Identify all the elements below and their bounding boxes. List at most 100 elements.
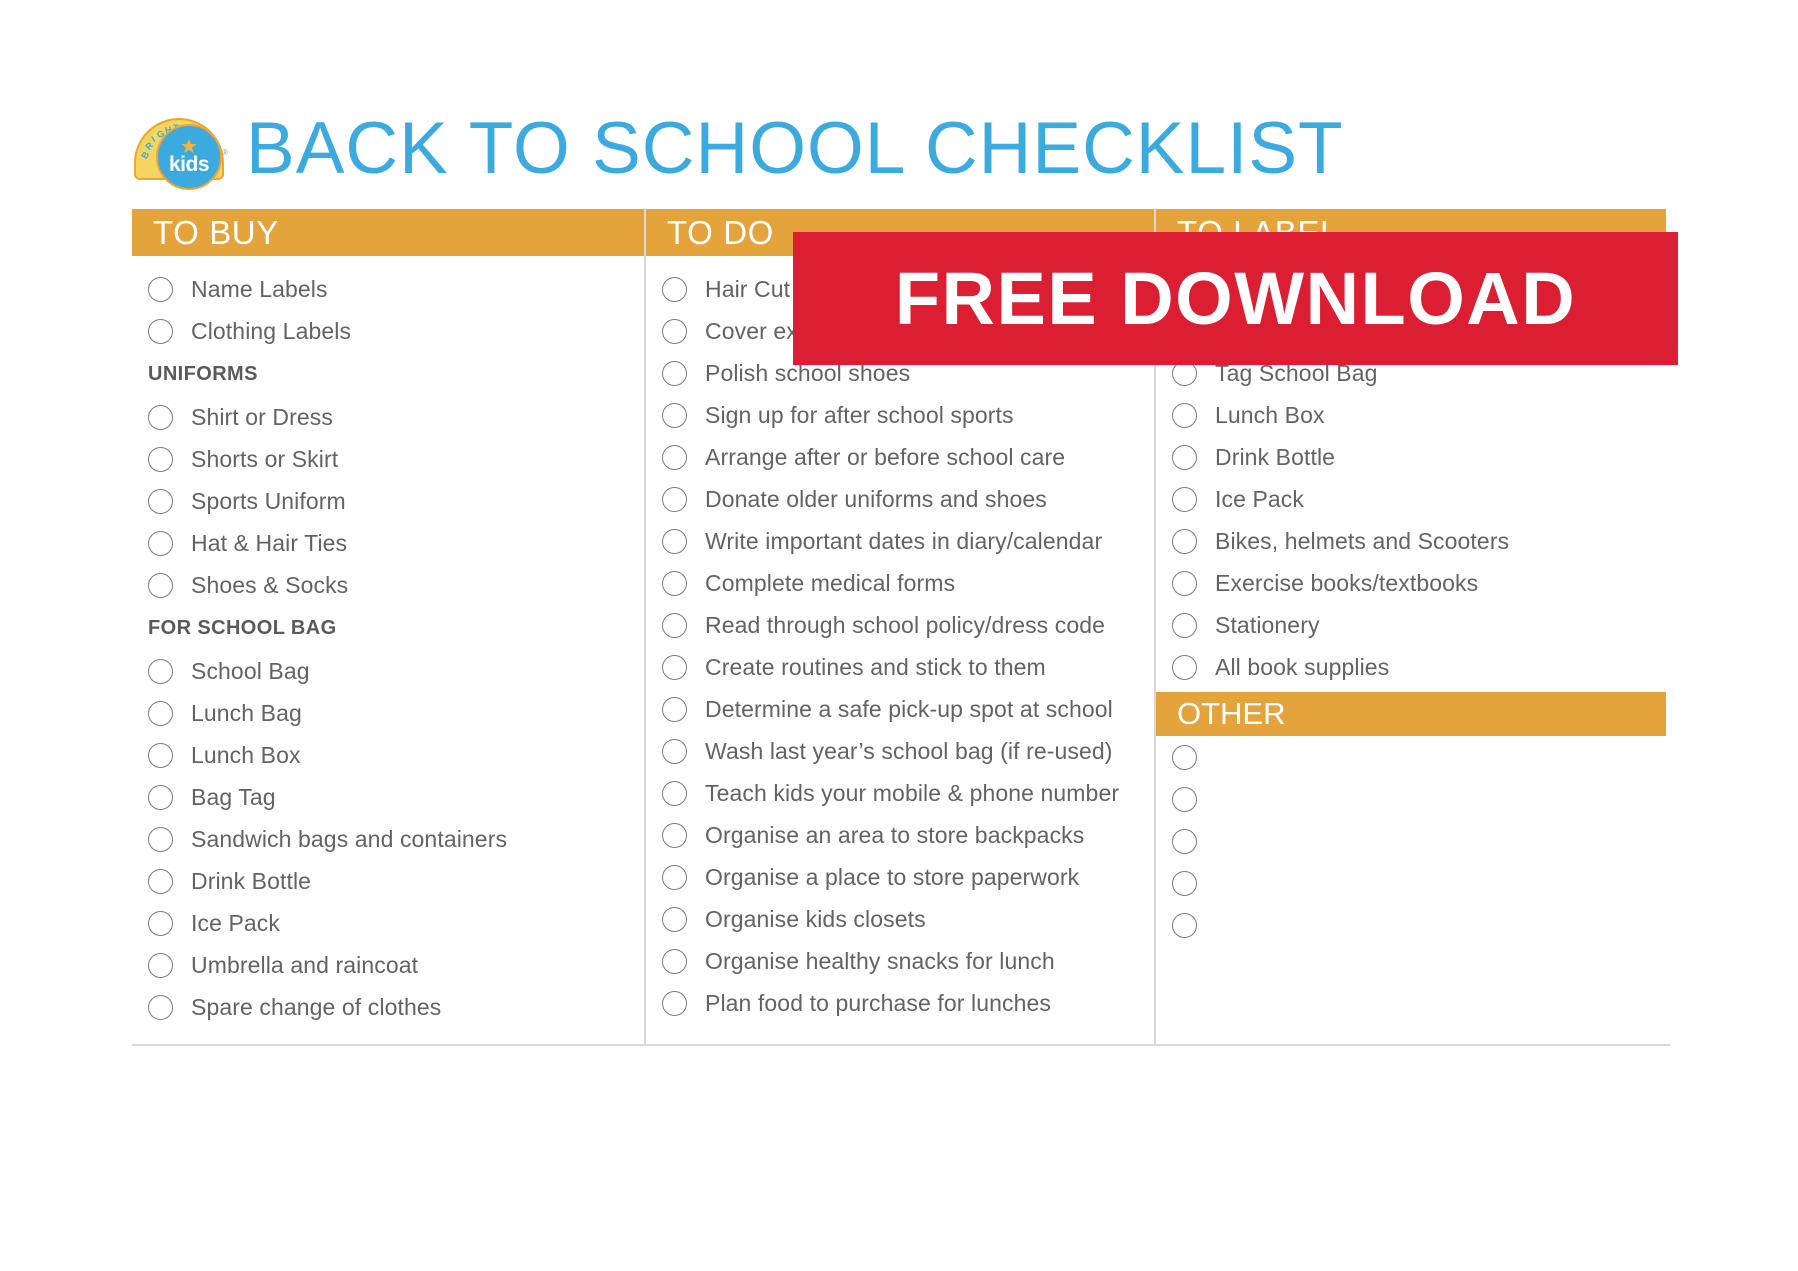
checklist-row[interactable]: Drink Bottle: [132, 860, 644, 902]
checkbox-circle-icon[interactable]: [148, 276, 173, 302]
checklist-row[interactable]: Ice Pack: [1156, 478, 1666, 520]
checkbox-circle-icon[interactable]: [148, 446, 173, 472]
column-body: Name Labels Clothing Labels UNIFORMS Shirt …: [132, 256, 644, 1044]
checkbox-circle-icon[interactable]: [1172, 402, 1197, 428]
checkbox-circle-icon[interactable]: [662, 738, 687, 764]
checkbox-circle-icon[interactable]: [662, 696, 687, 722]
checklist-row[interactable]: Create routines and stick to them: [646, 646, 1154, 688]
checklist-row[interactable]: Shorts or Skirt: [132, 438, 644, 480]
checkbox-circle-icon[interactable]: [1172, 612, 1197, 638]
checklist-row[interactable]: Wash last year’s school bag (if re-used): [646, 730, 1154, 772]
checkbox-circle-icon[interactable]: [1172, 744, 1197, 770]
checkbox-circle-icon[interactable]: [662, 822, 687, 848]
checkbox-circle-icon[interactable]: [148, 784, 173, 810]
checklist-row[interactable]: Organise healthy snacks for lunch: [646, 940, 1154, 982]
checklist-row[interactable]: Sign up for after school sports: [646, 394, 1154, 436]
checklist-row[interactable]: Organise kids closets: [646, 898, 1154, 940]
checklist-row[interactable]: Exercise books/textbooks: [1156, 562, 1666, 604]
checkbox-circle-icon[interactable]: [662, 864, 687, 890]
section-subheading: UNIFORMS: [148, 362, 258, 385]
free-download-banner[interactable]: FREE DOWNLOAD: [793, 232, 1678, 365]
checkbox-circle-icon[interactable]: [1172, 828, 1197, 854]
checklist-item-label: Complete medical forms: [705, 569, 956, 596]
checkbox-circle-icon[interactable]: [1172, 444, 1197, 470]
checklist-item-label: Umbrella and raincoat: [191, 951, 419, 978]
checkbox-circle-icon[interactable]: [1172, 528, 1197, 554]
checkbox-circle-icon[interactable]: [148, 742, 173, 768]
checklist-row[interactable]: Write important dates in diary/calendar: [646, 520, 1154, 562]
checklist-row[interactable]: [1156, 736, 1666, 778]
checklist-row[interactable]: Drink Bottle: [1156, 436, 1666, 478]
checkbox-circle-icon[interactable]: [662, 780, 687, 806]
checkbox-circle-icon[interactable]: [148, 700, 173, 726]
checklist-row[interactable]: Ice Pack: [132, 902, 644, 944]
checklist-item-label: Drink Bottle: [1215, 443, 1336, 470]
checkbox-circle-icon[interactable]: [662, 360, 687, 386]
checkbox-circle-icon[interactable]: [1172, 912, 1197, 938]
checklist-row[interactable]: Lunch Box: [1156, 394, 1666, 436]
checkbox-circle-icon[interactable]: [662, 318, 687, 344]
checklist-row[interactable]: Organise a place to store paperwork: [646, 856, 1154, 898]
checklist-row[interactable]: Sports Uniform: [132, 480, 644, 522]
checkbox-circle-icon[interactable]: [148, 994, 173, 1020]
checklist-row[interactable]: [1156, 820, 1666, 862]
checkbox-circle-icon[interactable]: [148, 826, 173, 852]
checkbox-circle-icon[interactable]: [1172, 786, 1197, 812]
checkbox-circle-icon[interactable]: [662, 402, 687, 428]
checkbox-circle-icon[interactable]: [662, 612, 687, 638]
checklist-row[interactable]: Clothing Labels: [132, 310, 644, 352]
checklist-row[interactable]: School Bag: [132, 650, 644, 692]
checkbox-circle-icon[interactable]: [1172, 654, 1197, 680]
checkbox-circle-icon[interactable]: [148, 318, 173, 344]
checklist-row[interactable]: Sandwich bags and containers: [132, 818, 644, 860]
checklist-row[interactable]: Shirt or Dress: [132, 396, 644, 438]
checkbox-circle-icon[interactable]: [662, 906, 687, 932]
checklist-row[interactable]: Teach kids your mobile & phone number: [646, 772, 1154, 814]
checkbox-circle-icon[interactable]: [148, 530, 173, 556]
checkbox-circle-icon[interactable]: [148, 658, 173, 684]
checkbox-circle-icon[interactable]: [148, 910, 173, 936]
checklist-row[interactable]: [1156, 904, 1666, 946]
checklist-row[interactable]: Stationery: [1156, 604, 1666, 646]
checkbox-circle-icon[interactable]: [662, 990, 687, 1016]
checkbox-circle-icon[interactable]: [148, 868, 173, 894]
checkbox-circle-icon[interactable]: [148, 572, 173, 598]
checklist-row[interactable]: All book supplies: [1156, 646, 1666, 688]
checkbox-circle-icon[interactable]: [662, 528, 687, 554]
checklist-row[interactable]: Arrange after or before school care: [646, 436, 1154, 478]
checklist-row[interactable]: [1156, 778, 1666, 820]
checkbox-circle-icon[interactable]: [148, 404, 173, 430]
checklist-row[interactable]: Complete medical forms: [646, 562, 1154, 604]
checklist-row[interactable]: [1156, 862, 1666, 904]
checklist-row[interactable]: Read through school policy/dress code: [646, 604, 1154, 646]
checkbox-circle-icon[interactable]: [662, 654, 687, 680]
checklist-row[interactable]: Donate older uniforms and shoes: [646, 478, 1154, 520]
checklist-item-label: Stationery: [1215, 611, 1320, 638]
checklist-row[interactable]: Bag Tag: [132, 776, 644, 818]
checkbox-circle-icon[interactable]: [148, 488, 173, 514]
checklist-row[interactable]: Shoes & Socks: [132, 564, 644, 606]
checkbox-circle-icon[interactable]: [662, 486, 687, 512]
checklist-row[interactable]: Bikes, helmets and Scooters: [1156, 520, 1666, 562]
checkbox-circle-icon[interactable]: [662, 570, 687, 596]
checklist-row[interactable]: Lunch Box: [132, 734, 644, 776]
checklist-item-label: Shorts or Skirt: [191, 445, 339, 472]
checkbox-circle-icon[interactable]: [1172, 486, 1197, 512]
checkbox-circle-icon[interactable]: [148, 952, 173, 978]
checklist-row[interactable]: Organise an area to store backpacks: [646, 814, 1154, 856]
checklist-item-label: Drink Bottle: [191, 867, 312, 894]
checkbox-circle-icon[interactable]: [662, 444, 687, 470]
checkbox-circle-icon[interactable]: [662, 276, 687, 302]
checkbox-circle-icon[interactable]: [662, 948, 687, 974]
checkbox-circle-icon[interactable]: [1172, 870, 1197, 896]
checklist-row[interactable]: Spare change of clothes: [132, 986, 644, 1028]
checklist-row[interactable]: Determine a safe pick-up spot at school: [646, 688, 1154, 730]
checklist-row[interactable]: Plan food to purchase for lunches: [646, 982, 1154, 1024]
checklist-row[interactable]: Hat & Hair Ties: [132, 522, 644, 564]
checklist-item-label: Determine a safe pick-up spot at school: [705, 695, 1113, 722]
checklist-row[interactable]: Umbrella and raincoat: [132, 944, 644, 986]
checklist-row[interactable]: Name Labels: [132, 268, 644, 310]
checklist-row[interactable]: Lunch Bag: [132, 692, 644, 734]
checkbox-circle-icon[interactable]: [1172, 570, 1197, 596]
other-section-header: OTHER: [1156, 692, 1666, 736]
